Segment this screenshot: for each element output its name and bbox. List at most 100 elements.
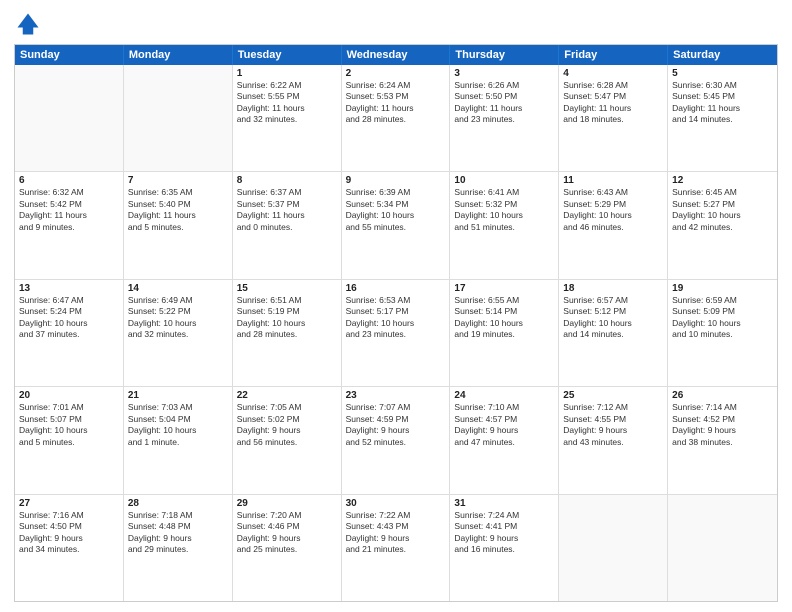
day-number: 11 [563,175,663,186]
cell-line: and 25 minutes. [237,544,337,555]
calendar-row: 27Sunrise: 7:16 AMSunset: 4:50 PMDayligh… [15,494,777,601]
day-number: 10 [454,175,554,186]
weekday-header: Tuesday [233,45,342,65]
cell-line: and 52 minutes. [346,437,446,448]
day-number: 5 [672,68,773,79]
cell-line: Sunset: 5:07 PM [19,414,119,425]
cell-line: and 21 minutes. [346,544,446,555]
day-number: 30 [346,498,446,509]
calendar-header: SundayMondayTuesdayWednesdayThursdayFrid… [15,45,777,65]
calendar-cell: 2Sunrise: 6:24 AMSunset: 5:53 PMDaylight… [342,65,451,171]
cell-line: Daylight: 9 hours [346,533,446,544]
cell-line: Sunset: 4:50 PM [19,521,119,532]
cell-line: Sunset: 5:40 PM [128,199,228,210]
calendar-cell: 6Sunrise: 6:32 AMSunset: 5:42 PMDaylight… [15,172,124,278]
cell-line: Sunset: 4:55 PM [563,414,663,425]
cell-line: Daylight: 9 hours [563,425,663,436]
cell-line: and 9 minutes. [19,222,119,233]
cell-line: Sunset: 5:17 PM [346,306,446,317]
cell-line: Sunset: 5:32 PM [454,199,554,210]
cell-line: Sunset: 4:57 PM [454,414,554,425]
cell-line: Sunset: 5:27 PM [672,199,773,210]
calendar-cell [15,65,124,171]
cell-line: Sunrise: 7:22 AM [346,510,446,521]
cell-line: Daylight: 10 hours [563,318,663,329]
day-number: 15 [237,283,337,294]
day-number: 2 [346,68,446,79]
calendar-row: 1Sunrise: 6:22 AMSunset: 5:55 PMDaylight… [15,65,777,171]
calendar-cell: 15Sunrise: 6:51 AMSunset: 5:19 PMDayligh… [233,280,342,386]
cell-line: and 34 minutes. [19,544,119,555]
cell-line: Daylight: 10 hours [128,425,228,436]
day-number: 1 [237,68,337,79]
cell-line: Sunset: 5:45 PM [672,91,773,102]
cell-line: Daylight: 11 hours [454,103,554,114]
calendar-cell: 16Sunrise: 6:53 AMSunset: 5:17 PMDayligh… [342,280,451,386]
cell-line: Sunset: 5:29 PM [563,199,663,210]
cell-line: Sunset: 5:22 PM [128,306,228,317]
cell-line: Sunrise: 7:12 AM [563,402,663,413]
weekday-header: Thursday [450,45,559,65]
cell-line: Sunrise: 7:14 AM [672,402,773,413]
day-number: 13 [19,283,119,294]
calendar-body: 1Sunrise: 6:22 AMSunset: 5:55 PMDaylight… [15,65,777,601]
cell-line: Sunrise: 6:53 AM [346,295,446,306]
cell-line: Sunset: 5:50 PM [454,91,554,102]
cell-line: Daylight: 10 hours [346,210,446,221]
cell-line: Daylight: 10 hours [563,210,663,221]
calendar-cell: 30Sunrise: 7:22 AMSunset: 4:43 PMDayligh… [342,495,451,601]
day-number: 27 [19,498,119,509]
cell-line: Sunrise: 7:16 AM [19,510,119,521]
calendar-cell: 18Sunrise: 6:57 AMSunset: 5:12 PMDayligh… [559,280,668,386]
day-number: 20 [19,390,119,401]
cell-line: Sunset: 5:14 PM [454,306,554,317]
cell-line: Sunrise: 6:30 AM [672,80,773,91]
calendar-cell: 24Sunrise: 7:10 AMSunset: 4:57 PMDayligh… [450,387,559,493]
calendar-cell: 28Sunrise: 7:18 AMSunset: 4:48 PMDayligh… [124,495,233,601]
cell-line: Daylight: 10 hours [672,318,773,329]
cell-line: Sunset: 5:02 PM [237,414,337,425]
cell-line: and 43 minutes. [563,437,663,448]
cell-line: and 14 minutes. [563,329,663,340]
day-number: 3 [454,68,554,79]
cell-line: Sunset: 4:46 PM [237,521,337,532]
cell-line: Sunset: 5:19 PM [237,306,337,317]
cell-line: Sunrise: 6:37 AM [237,187,337,198]
cell-line: Daylight: 10 hours [672,210,773,221]
cell-line: Sunset: 4:52 PM [672,414,773,425]
cell-line: Sunrise: 6:22 AM [237,80,337,91]
calendar-cell: 4Sunrise: 6:28 AMSunset: 5:47 PMDaylight… [559,65,668,171]
cell-line: Sunrise: 6:51 AM [237,295,337,306]
day-number: 21 [128,390,228,401]
cell-line: Sunset: 5:12 PM [563,306,663,317]
day-number: 29 [237,498,337,509]
cell-line: and 42 minutes. [672,222,773,233]
cell-line: Daylight: 10 hours [237,318,337,329]
cell-line: Daylight: 9 hours [672,425,773,436]
calendar-cell: 5Sunrise: 6:30 AMSunset: 5:45 PMDaylight… [668,65,777,171]
cell-line: Daylight: 11 hours [19,210,119,221]
cell-line: Daylight: 9 hours [346,425,446,436]
cell-line: Sunset: 5:24 PM [19,306,119,317]
calendar-cell: 8Sunrise: 6:37 AMSunset: 5:37 PMDaylight… [233,172,342,278]
cell-line: Sunset: 5:53 PM [346,91,446,102]
cell-line: and 19 minutes. [454,329,554,340]
cell-line: Daylight: 11 hours [237,210,337,221]
calendar-cell: 25Sunrise: 7:12 AMSunset: 4:55 PMDayligh… [559,387,668,493]
day-number: 28 [128,498,228,509]
calendar-cell: 20Sunrise: 7:01 AMSunset: 5:07 PMDayligh… [15,387,124,493]
weekday-header: Monday [124,45,233,65]
cell-line: Sunrise: 6:28 AM [563,80,663,91]
cell-line: Sunset: 4:41 PM [454,521,554,532]
cell-line: Sunrise: 7:07 AM [346,402,446,413]
calendar-cell: 9Sunrise: 6:39 AMSunset: 5:34 PMDaylight… [342,172,451,278]
day-number: 23 [346,390,446,401]
day-number: 12 [672,175,773,186]
cell-line: Daylight: 9 hours [19,533,119,544]
cell-line: Sunrise: 7:03 AM [128,402,228,413]
calendar-cell: 3Sunrise: 6:26 AMSunset: 5:50 PMDaylight… [450,65,559,171]
cell-line: and 1 minute. [128,437,228,448]
cell-line: and 23 minutes. [346,329,446,340]
cell-line: Sunrise: 6:41 AM [454,187,554,198]
cell-line: Sunset: 5:09 PM [672,306,773,317]
